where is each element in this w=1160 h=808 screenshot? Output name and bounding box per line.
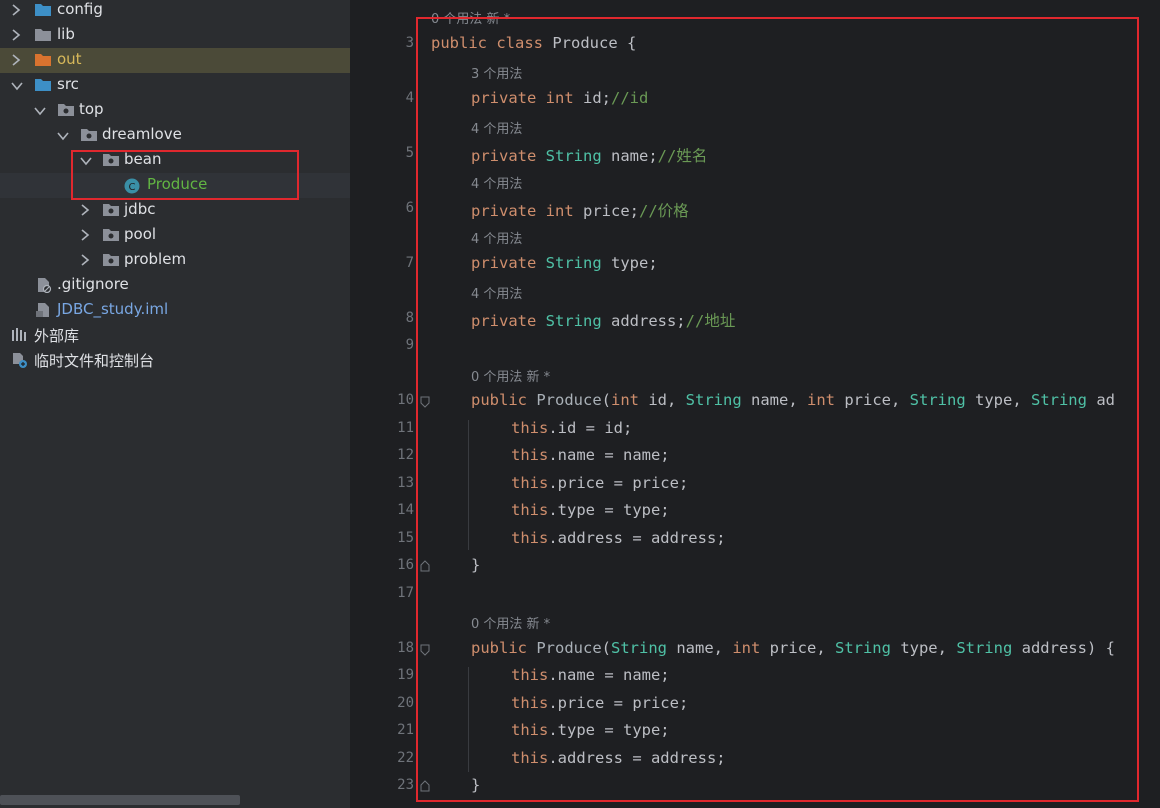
scratches-icon	[11, 352, 29, 368]
line-number: 12	[397, 447, 414, 463]
tree-item-label: bean	[124, 150, 162, 168]
tree-item-label: 外部库	[34, 327, 80, 345]
chevron-right-icon[interactable]	[79, 248, 93, 273]
chevron-right-icon[interactable]	[10, 0, 24, 23]
line-number: 20	[397, 695, 414, 711]
class-icon: C	[124, 178, 140, 194]
tree-item-label: config	[57, 0, 103, 18]
highlight-box-code	[416, 17, 1139, 802]
line-number: 14	[397, 502, 414, 518]
folder-icon	[34, 27, 52, 43]
tree-item-label: 临时文件和控制台	[34, 352, 155, 370]
tree-item-top[interactable]: top	[0, 98, 350, 123]
tree-item-bean[interactable]: bean	[0, 148, 350, 173]
tree-item-out[interactable]: out	[0, 48, 350, 73]
horizontal-scrollbar[interactable]	[0, 795, 240, 805]
line-number: 4	[405, 90, 414, 106]
line-number: 17	[397, 585, 414, 601]
ignore-file-icon	[35, 277, 53, 294]
project-tree: config lib out src top dreamlove bean C …	[0, 0, 350, 808]
module-file-icon	[35, 302, 53, 318]
tree-item-problem[interactable]: problem	[0, 248, 350, 273]
package-icon	[57, 102, 75, 118]
line-number: 23	[397, 777, 414, 793]
line-number: 8	[405, 310, 414, 326]
chevron-down-icon[interactable]	[56, 123, 70, 148]
tree-item-label: jdbc	[124, 200, 156, 218]
chevron-down-icon[interactable]	[10, 73, 24, 98]
tree-item-src[interactable]: src	[0, 73, 350, 98]
chevron-down-icon[interactable]	[79, 148, 93, 173]
line-number: 16	[397, 557, 414, 573]
line-number: 11	[397, 420, 414, 436]
line-gutter: 3 4 5 6 7 8 9 10 11 12 13 14 15 16 17 18…	[350, 0, 414, 808]
chevron-down-icon[interactable]	[33, 98, 47, 123]
chevron-right-icon[interactable]	[79, 198, 93, 223]
tree-item-scratches[interactable]: 临时文件和控制台	[0, 348, 350, 373]
tree-item-label: dreamlove	[102, 125, 182, 143]
package-icon	[80, 127, 98, 143]
tree-item-gitignore[interactable]: .gitignore	[0, 273, 350, 298]
library-icon	[11, 327, 29, 343]
tree-item-label: Produce	[147, 175, 208, 193]
line-number: 19	[397, 667, 414, 683]
tree-item-iml[interactable]: JDBC_study.iml	[0, 298, 350, 323]
line-number: 13	[397, 475, 414, 491]
tree-item-label: top	[79, 100, 104, 118]
tree-item-label: lib	[57, 25, 75, 43]
line-number: 6	[405, 200, 414, 216]
tree-item-jdbc[interactable]: jdbc	[0, 198, 350, 223]
chevron-right-icon[interactable]	[10, 23, 24, 48]
line-number: 22	[397, 750, 414, 766]
line-number: 7	[405, 255, 414, 271]
line-number: 3	[405, 35, 414, 51]
tree-item-external-libraries[interactable]: 外部库	[0, 323, 350, 348]
excluded-folder-icon	[34, 52, 52, 68]
line-number: 10	[397, 392, 414, 408]
package-icon	[102, 152, 120, 168]
line-number: 21	[397, 722, 414, 738]
line-number: 5	[405, 145, 414, 161]
tree-item-pool[interactable]: pool	[0, 223, 350, 248]
source-folder-icon	[34, 77, 52, 93]
line-number: 18	[397, 640, 414, 656]
package-icon	[102, 252, 120, 268]
tree-item-label: pool	[124, 225, 157, 243]
tree-item-produce[interactable]: C Produce	[0, 173, 350, 198]
line-number: 15	[397, 530, 414, 546]
tree-item-label: .gitignore	[57, 275, 129, 293]
package-icon	[102, 227, 120, 243]
chevron-right-icon[interactable]	[10, 48, 24, 73]
tree-item-label: JDBC_study.iml	[57, 300, 169, 318]
tree-item-label: problem	[124, 250, 187, 268]
svg-text:C: C	[129, 182, 136, 193]
tree-item-lib[interactable]: lib	[0, 23, 350, 48]
tree-item-label: src	[57, 75, 79, 93]
package-icon	[102, 202, 120, 218]
chevron-right-icon[interactable]	[79, 223, 93, 248]
line-number: 9	[405, 337, 414, 353]
tree-item-dreamlove[interactable]: dreamlove	[0, 123, 350, 148]
tree-item-config[interactable]: config	[0, 0, 350, 23]
folder-icon	[34, 2, 52, 18]
tree-item-label: out	[57, 50, 82, 68]
